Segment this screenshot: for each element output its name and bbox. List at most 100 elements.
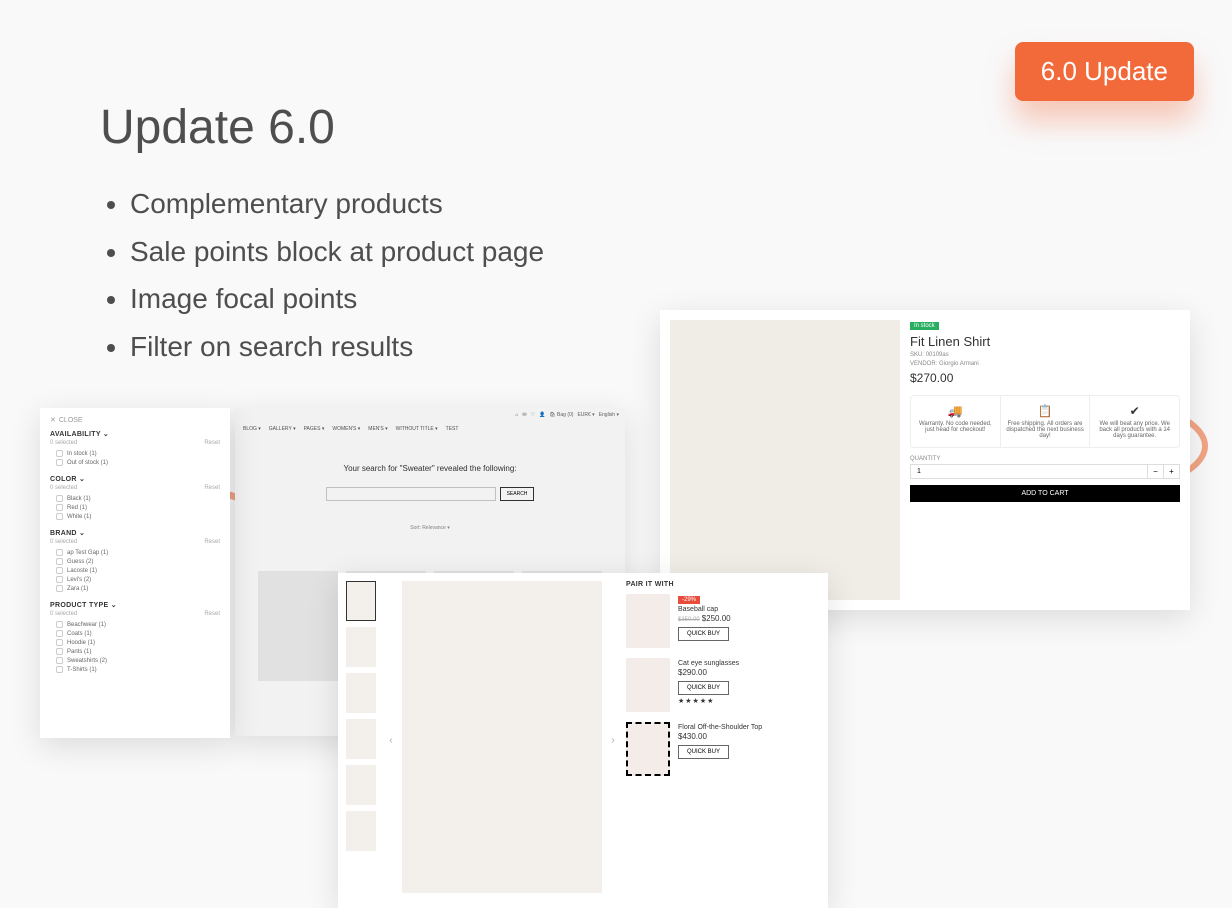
item-price: $290.00 (678, 668, 820, 677)
item-image[interactable] (626, 594, 670, 648)
thumb[interactable] (346, 765, 376, 805)
selected-count: 0 selected (50, 485, 77, 491)
filter-option[interactable]: Pants (1) (50, 647, 220, 656)
thumbnail-strip (346, 581, 378, 900)
filter-group-header[interactable]: PRODUCT TYPE ⌄ (50, 601, 220, 609)
product-panel: In stock Fit Linen Shirt SKU: 00109as VE… (660, 310, 1190, 610)
next-arrow-icon[interactable]: › (606, 581, 620, 900)
vendor-line: VENDOR: Giorgio Armani (910, 361, 1180, 367)
thumb[interactable] (346, 627, 376, 667)
thumb[interactable] (346, 719, 376, 759)
checkbox-icon (56, 630, 63, 637)
reset-link[interactable]: Reset (204, 611, 220, 617)
checkbox-icon (56, 567, 63, 574)
quick-buy-button[interactable]: QUICK BUY (678, 627, 729, 641)
checkbox-icon (56, 576, 63, 583)
checkbox-icon (56, 585, 63, 592)
checkbox-icon (56, 504, 63, 511)
reset-link[interactable]: Reset (204, 440, 220, 446)
product-name: Fit Linen Shirt (910, 334, 1180, 349)
filter-option[interactable]: Guess (2) (50, 557, 220, 566)
checkbox-icon (56, 657, 63, 664)
thumb[interactable] (346, 581, 376, 621)
version-badge: 6.0 Update (1015, 42, 1194, 101)
discount-badge: -29% (678, 596, 700, 604)
complementary-item: -29% Baseball cap $350.00$250.00 QUICK B… (626, 594, 820, 648)
feature-item: Sale points block at product page (130, 228, 544, 276)
filter-option[interactable]: Zara (1) (50, 584, 220, 593)
selected-count: 0 selected (50, 611, 77, 617)
filter-option[interactable]: In stock (1) (50, 449, 220, 458)
thumb[interactable] (346, 673, 376, 713)
add-to-cart-button[interactable]: ADD TO CART (910, 485, 1180, 502)
feature-item: Complementary products (130, 180, 544, 228)
sale-point: ✔We will beat any price. We back all pro… (1090, 396, 1179, 447)
feature-icon: ✔ (1094, 404, 1175, 418)
checkbox-icon (56, 513, 63, 520)
item-name: Cat eye sunglasses (678, 660, 820, 667)
product-price: $270.00 (910, 371, 1180, 385)
reset-link[interactable]: Reset (204, 485, 220, 491)
checkbox-icon (56, 666, 63, 673)
product-image (670, 320, 900, 600)
close-label: CLOSE (59, 417, 83, 424)
quantity-label: QUANTITY (910, 456, 1180, 462)
item-name: Baseball cap (678, 606, 820, 613)
checkbox-icon (56, 621, 63, 628)
quick-buy-button[interactable]: QUICK BUY (678, 681, 729, 695)
filter-option[interactable]: Beachwear (1) (50, 620, 220, 629)
filter-option[interactable]: Lacoste (1) (50, 566, 220, 575)
chevron-down-icon: ⌄ (103, 431, 109, 438)
selected-count: 0 selected (50, 440, 77, 446)
filter-option[interactable]: ap Test Gap (1) (50, 548, 220, 557)
filter-option[interactable]: Red (1) (50, 503, 220, 512)
checkbox-icon (56, 450, 63, 457)
chevron-down-icon: ⌄ (79, 476, 85, 483)
filter-option[interactable]: T-Shirts (1) (50, 665, 220, 674)
quantity-minus[interactable]: − (1147, 465, 1163, 478)
checkbox-icon (56, 639, 63, 646)
sku-line: SKU: 00109as (910, 352, 1180, 358)
filter-option[interactable]: Out of stock (1) (50, 458, 220, 467)
chevron-down-icon: ⌄ (79, 530, 85, 537)
feature-icon: 📋 (1005, 404, 1086, 418)
page-title: Update 6.0 (100, 100, 335, 155)
quick-buy-button[interactable]: QUICK BUY (678, 745, 729, 759)
quantity-stepper[interactable]: − + (910, 464, 1180, 479)
sale-points-block: 🚚Warranty. No code needed, just head for… (910, 395, 1180, 448)
stock-badge: In stock (910, 322, 939, 330)
filter-option[interactable]: Black (1) (50, 494, 220, 503)
filter-group-header[interactable]: AVAILABILITY ⌄ (50, 430, 220, 438)
filter-option[interactable]: White (1) (50, 512, 220, 521)
checkbox-icon (56, 648, 63, 655)
close-icon: ✕ (50, 416, 56, 424)
checkbox-icon (56, 459, 63, 466)
selected-count: 0 selected (50, 539, 77, 545)
filter-group-header[interactable]: COLOR ⌄ (50, 475, 220, 483)
quantity-input[interactable] (911, 465, 1147, 478)
feature-item: Filter on search results (130, 323, 544, 371)
close-button[interactable]: ✕CLOSE (50, 416, 220, 424)
feature-item: Image focal points (130, 275, 544, 323)
item-image[interactable] (626, 658, 670, 712)
feature-icon: 🚚 (915, 404, 996, 418)
item-name: Floral Off-the-Shoulder Top (678, 724, 820, 731)
item-price: $350.00$250.00 (678, 614, 820, 623)
feature-list: Complementary products Sale points block… (100, 180, 544, 370)
reset-link[interactable]: Reset (204, 539, 220, 545)
complementary-item: Floral Off-the-Shoulder Top $430.00 QUIC… (626, 722, 820, 776)
filter-option[interactable]: Hoodie (1) (50, 638, 220, 647)
quantity-plus[interactable]: + (1163, 465, 1179, 478)
filter-group-header[interactable]: BRAND ⌄ (50, 529, 220, 537)
gallery-main-image (402, 581, 602, 893)
item-image[interactable] (626, 722, 670, 776)
filter-option[interactable]: Sweatshirts (2) (50, 656, 220, 665)
checkbox-icon (56, 549, 63, 556)
checkbox-icon (56, 558, 63, 565)
filter-option[interactable]: Coats (1) (50, 629, 220, 638)
thumb[interactable] (346, 811, 376, 851)
prev-arrow-icon[interactable]: ‹ (384, 581, 398, 900)
filter-option[interactable]: Levi's (2) (50, 575, 220, 584)
sale-point: 🚚Warranty. No code needed, just head for… (911, 396, 1001, 447)
chevron-down-icon: ⌄ (111, 602, 117, 609)
